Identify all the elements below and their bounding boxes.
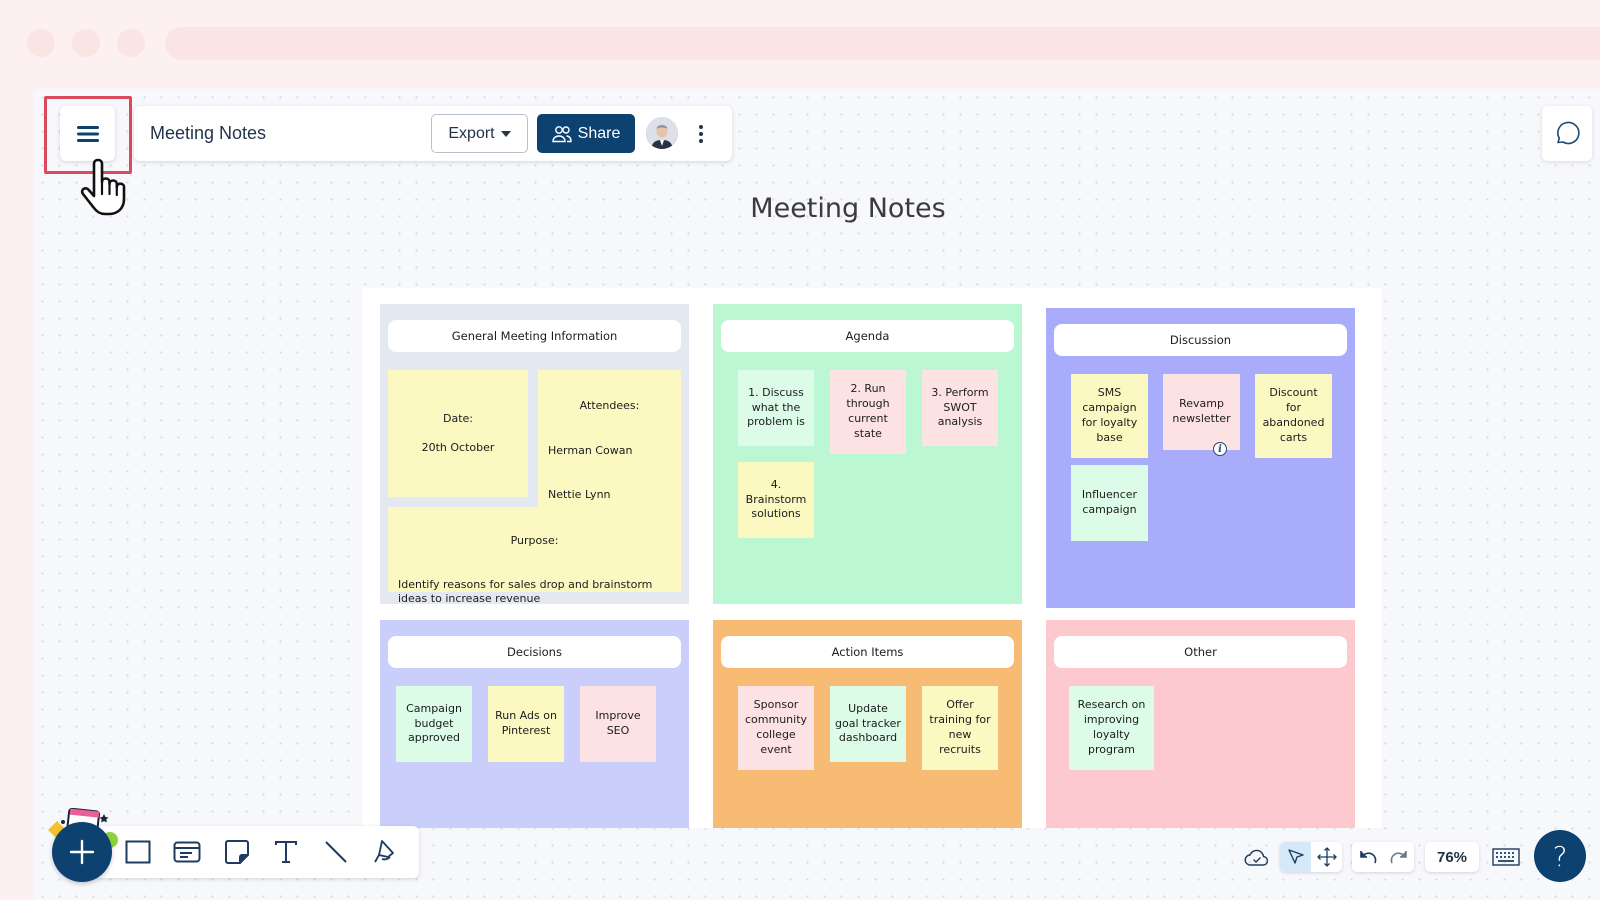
more-options-button[interactable] xyxy=(691,120,711,148)
date-value: 20th October xyxy=(421,440,495,454)
help-button[interactable]: ? xyxy=(1534,830,1586,882)
card-tool[interactable] xyxy=(171,836,203,868)
export-label: Export xyxy=(448,124,495,142)
board-title: Meeting Notes xyxy=(750,193,946,224)
meeting-notes-board: General Meeting Information Date: 20th O… xyxy=(362,288,1382,828)
text-icon xyxy=(275,841,297,863)
pen-icon xyxy=(374,840,394,863)
zoom-level-value: 76% xyxy=(1436,848,1468,866)
sticky-note[interactable]: Revamp newsletter xyxy=(1163,374,1240,450)
section-header: Decisions xyxy=(388,636,681,668)
document-toolbar: Meeting Notes Export Share xyxy=(134,106,732,161)
speech-bubble-icon xyxy=(1557,121,1580,144)
sticky-note-icon xyxy=(225,840,249,864)
share-button[interactable]: Share xyxy=(537,114,635,153)
attendee-name: Herman Cowan xyxy=(548,443,633,457)
sticky-note[interactable]: Update goal tracker dashboard xyxy=(830,686,906,762)
move-icon xyxy=(1316,847,1337,867)
section-general-info[interactable]: General Meeting Information Date: 20th O… xyxy=(380,304,689,605)
sticky-note[interactable]: 1. Discuss what the problem is xyxy=(738,370,814,446)
rectangle-icon xyxy=(125,840,151,864)
address-bar[interactable] xyxy=(165,27,1600,60)
keyboard-icon xyxy=(1492,848,1520,866)
attendees-note[interactable]: Attendees: Herman Cowan Nettie Lynn Kare… xyxy=(538,370,681,546)
section-decisions[interactable]: Decisions Campaign budget approved Run A… xyxy=(380,620,689,828)
sticky-note[interactable]: 3. Perform SWOT analysis xyxy=(922,370,998,446)
user-avatar[interactable] xyxy=(646,117,678,149)
text-tool[interactable] xyxy=(270,836,302,868)
sticky-note[interactable]: Research on improving loyalty program xyxy=(1069,686,1154,770)
share-label: Share xyxy=(577,124,621,142)
keyboard-shortcuts-button[interactable] xyxy=(1491,842,1521,872)
users-icon xyxy=(551,125,572,142)
redo-icon xyxy=(1390,851,1407,864)
add-button[interactable] xyxy=(52,822,112,882)
section-header: Discussion xyxy=(1054,324,1347,356)
window-maximize-dot[interactable] xyxy=(117,29,145,57)
section-header: Agenda xyxy=(721,320,1014,352)
sticky-note[interactable]: SMS campaign for loyalty base xyxy=(1071,374,1148,458)
caret-down-icon xyxy=(500,130,511,137)
section-action-items[interactable]: Action Items Sponsor community college e… xyxy=(713,620,1022,828)
rectangle-tool[interactable] xyxy=(122,836,154,868)
cursor-mode-group xyxy=(1280,842,1342,872)
sticky-note[interactable]: Improve SEO xyxy=(580,686,656,762)
sticky-note[interactable]: 4. Brainstorm solutions xyxy=(738,462,814,538)
shape-toolbar xyxy=(94,826,419,878)
sticky-note[interactable]: Sponsor community college event xyxy=(738,686,814,770)
sticky-note-tool[interactable] xyxy=(221,836,253,868)
history-group xyxy=(1352,842,1414,872)
card-icon xyxy=(173,841,201,863)
attendees-label: Attendees: xyxy=(579,398,640,412)
info-icon[interactable]: i xyxy=(1213,442,1227,456)
pan-mode-button[interactable] xyxy=(1311,842,1342,872)
line-tool[interactable] xyxy=(320,836,352,868)
sticky-note[interactable]: Influencer campaign xyxy=(1071,465,1148,541)
purpose-text: Identify reasons for sales drop and brai… xyxy=(398,577,653,606)
purpose-note[interactable]: Purpose: Identify reasons for sales drop… xyxy=(388,507,681,605)
section-header: General Meeting Information xyxy=(388,320,681,352)
attendee-name: Nettie Lynn xyxy=(548,488,611,502)
cloud-check-icon xyxy=(1244,849,1269,866)
sticky-note[interactable]: 2. Run through current state xyxy=(830,370,906,454)
plus-icon xyxy=(69,839,95,865)
window-close-dot[interactable] xyxy=(27,29,55,57)
section-header: Other xyxy=(1054,636,1347,668)
sticky-note[interactable]: Campaign budget approved xyxy=(396,686,472,762)
sticky-note[interactable]: Run Ads on Pinterest xyxy=(488,686,564,762)
cloud-sync-status[interactable] xyxy=(1242,842,1272,872)
pointer-icon xyxy=(1287,849,1304,864)
section-discussion[interactable]: Discussion SMS campaign for loyalty base… xyxy=(1046,308,1355,608)
sticky-note[interactable]: Discount for abandoned carts xyxy=(1255,374,1332,458)
export-button[interactable]: Export xyxy=(431,114,528,153)
select-mode-button[interactable] xyxy=(1280,842,1311,872)
date-label: Date: xyxy=(443,411,473,425)
redo-button[interactable] xyxy=(1383,842,1414,872)
document-title[interactable]: Meeting Notes xyxy=(150,123,266,144)
section-agenda[interactable]: Agenda 1. Discuss what the problem is 2.… xyxy=(713,304,1022,604)
zoom-level-control[interactable]: 76% xyxy=(1425,842,1479,872)
undo-button[interactable] xyxy=(1352,842,1383,872)
window-minimize-dot[interactable] xyxy=(72,29,100,57)
purpose-label: Purpose: xyxy=(510,533,559,547)
sticky-note[interactable]: Offer training for new recruits xyxy=(922,686,998,770)
comments-button[interactable] xyxy=(1542,106,1592,161)
section-other[interactable]: Other Research on improving loyalty prog… xyxy=(1046,620,1355,828)
undo-icon xyxy=(1359,851,1376,864)
section-header: Action Items xyxy=(721,636,1014,668)
pen-tool[interactable] xyxy=(369,836,401,868)
vertical-ellipsis-icon xyxy=(699,125,703,129)
line-icon xyxy=(325,841,347,863)
date-note[interactable]: Date: 20th October xyxy=(388,370,528,497)
